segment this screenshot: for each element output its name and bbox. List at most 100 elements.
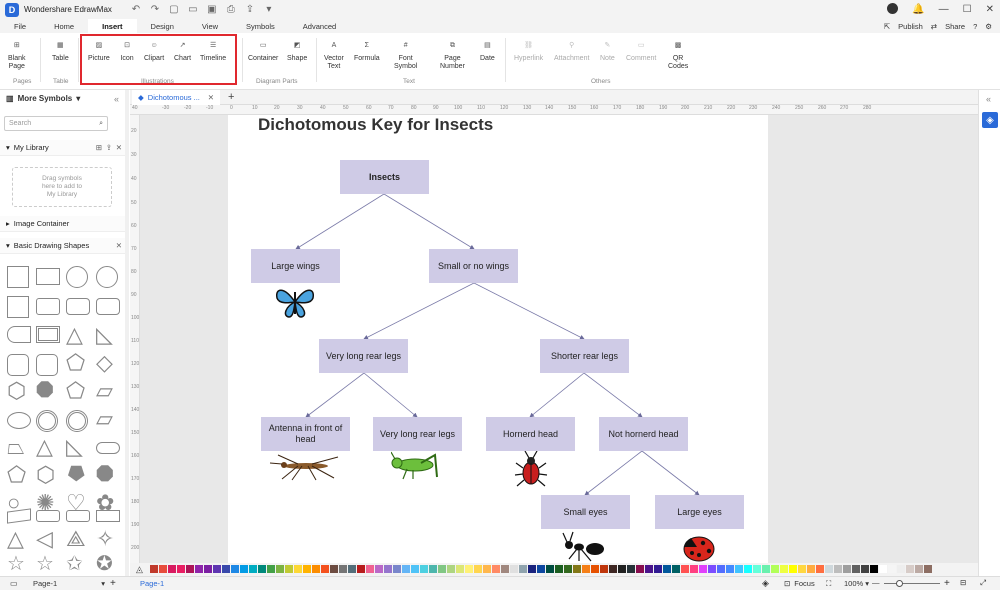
parallelogram-shape[interactable]: ▱ [96, 380, 113, 402]
color-swatch[interactable] [492, 565, 500, 573]
fit-width-icon[interactable]: ⤢ [980, 578, 986, 588]
ant-image[interactable] [561, 529, 607, 563]
grasshopper-image[interactable] [391, 451, 441, 481]
heptagon-shape[interactable]: ⬠ [66, 380, 85, 402]
color-swatch[interactable] [222, 565, 230, 573]
octagon-shape[interactable]: ⯃ [36, 380, 54, 402]
color-swatch[interactable] [834, 565, 842, 573]
color-swatch[interactable] [888, 565, 896, 573]
triangle-shape[interactable]: △ [7, 528, 24, 550]
parallelogram-shape[interactable]: ▱ [96, 408, 113, 430]
color-swatch[interactable] [231, 565, 239, 573]
color-swatch[interactable] [780, 565, 788, 573]
library-drop-zone[interactable]: Drag symbols here to add to My Library [12, 167, 112, 207]
color-swatch[interactable] [906, 565, 914, 573]
beetle-image[interactable] [514, 451, 548, 487]
page-tab[interactable]: Page-1 [140, 579, 164, 588]
ring-shape[interactable] [36, 410, 58, 432]
color-swatch[interactable] [420, 565, 428, 573]
font-symbol-button[interactable]: # Font Symbol [394, 39, 417, 71]
save-icon[interactable]: ▣ [206, 4, 218, 16]
node-shorter-legs[interactable]: Shorter rear legs [540, 339, 629, 373]
share-button[interactable]: Share [945, 22, 965, 31]
color-swatch[interactable] [825, 565, 833, 573]
tab-advanced[interactable]: Advanced [289, 19, 350, 33]
color-swatch[interactable] [672, 565, 680, 573]
triangle-shape[interactable]: ◁ [36, 528, 53, 550]
rounded-square-shape[interactable] [36, 354, 58, 376]
circle-shape[interactable] [96, 266, 118, 288]
rectangle-shape[interactable] [36, 510, 60, 522]
color-swatch[interactable] [168, 565, 176, 573]
color-swatch[interactable] [501, 565, 509, 573]
color-swatch[interactable] [645, 565, 653, 573]
color-swatch[interactable] [411, 565, 419, 573]
color-swatch[interactable] [762, 565, 770, 573]
star-shape[interactable]: ✪ [96, 554, 113, 574]
fullscreen-icon[interactable]: ⛶ [826, 579, 831, 589]
attachment-button[interactable]: ⚲ Attachment [554, 39, 589, 63]
add-tab-icon[interactable]: + [228, 91, 234, 103]
mosquito-image[interactable] [268, 451, 343, 481]
document-tab[interactable]: ◆ Dichotomous ... ✕ [132, 90, 220, 105]
node-hornerd[interactable]: Hornerd head [486, 417, 575, 451]
close-icon[interactable]: ✕ [116, 143, 122, 152]
node-large-wings[interactable]: Large wings [251, 249, 340, 283]
pentagon-shape[interactable]: ⬠ [66, 352, 85, 374]
color-swatch[interactable] [897, 565, 905, 573]
maximize-icon[interactable]: ☐ [963, 4, 972, 15]
tab-view[interactable]: View [188, 19, 232, 33]
diagram-page[interactable]: Dichotomous Key for Insects Insects Larg… [228, 115, 768, 563]
zoom-out-icon[interactable]: — [872, 578, 880, 587]
zoom-select[interactable]: 100% ▾ [844, 579, 869, 588]
color-swatch[interactable] [465, 565, 473, 573]
expand-panel-icon[interactable]: « [986, 94, 991, 104]
hexagon-shape[interactable]: ⬡ [7, 380, 26, 402]
color-swatch[interactable] [582, 565, 590, 573]
slanted-shape[interactable] [7, 508, 31, 524]
color-swatch[interactable] [573, 565, 581, 573]
bell-icon[interactable]: 🔔 [912, 4, 924, 15]
qr-codes-button[interactable]: ▩ QR Codes [668, 39, 688, 71]
color-swatch[interactable] [204, 565, 212, 573]
ellipse-shape[interactable] [7, 412, 31, 429]
tab-insert[interactable]: Insert [88, 19, 137, 33]
color-swatch[interactable] [654, 565, 662, 573]
color-swatch[interactable] [402, 565, 410, 573]
tab-home[interactable]: Home [40, 19, 88, 33]
color-swatch[interactable] [150, 565, 158, 573]
color-swatch[interactable] [267, 565, 275, 573]
three-point-star-shape[interactable]: ⟁ [66, 528, 86, 550]
color-swatch[interactable] [357, 565, 365, 573]
zoom-slider-handle[interactable] [896, 580, 903, 587]
color-swatch[interactable] [429, 565, 437, 573]
rectangle-shape[interactable] [96, 510, 120, 522]
color-swatch[interactable] [321, 565, 329, 573]
color-swatch[interactable] [627, 565, 635, 573]
color-swatch[interactable] [663, 565, 671, 573]
rounded-left-shape[interactable] [7, 326, 31, 343]
export-icon[interactable]: ⇪ [244, 4, 256, 16]
close-icon[interactable]: ✕ [208, 93, 214, 102]
focus-button[interactable]: ⊡ Focus [784, 579, 815, 588]
node-long-legs[interactable]: Very long rear legs [319, 339, 408, 373]
right-triangle-shape[interactable]: ◺ [66, 436, 83, 458]
color-swatch[interactable] [924, 565, 932, 573]
minimize-icon[interactable]: — [939, 4, 949, 15]
sidebar-scrollbar[interactable] [125, 90, 129, 576]
color-swatch[interactable] [375, 565, 383, 573]
color-swatch[interactable] [726, 565, 734, 573]
color-swatch[interactable] [276, 565, 284, 573]
color-swatch[interactable] [717, 565, 725, 573]
square-shape[interactable] [7, 266, 29, 288]
color-swatch[interactable] [735, 565, 743, 573]
color-swatch[interactable] [771, 565, 779, 573]
color-swatch[interactable] [870, 565, 878, 573]
color-swatch[interactable] [249, 565, 257, 573]
tab-file[interactable]: File [0, 19, 40, 33]
triangle-shape[interactable]: △ [66, 324, 83, 346]
color-swatch[interactable] [213, 565, 221, 573]
color-swatch[interactable] [690, 565, 698, 573]
image-container-section[interactable]: ▸ Image Container [0, 216, 128, 232]
hexagon-shape[interactable]: ⬡ [36, 464, 55, 486]
